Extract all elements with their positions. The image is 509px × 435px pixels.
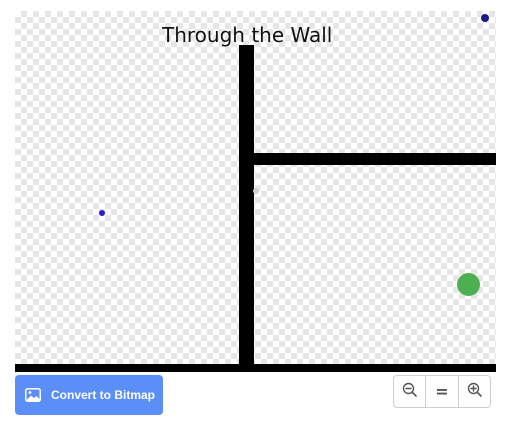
convert-to-bitmap-label: Convert to Bitmap — [51, 388, 156, 402]
zoom-reset-button[interactable]: = — [425, 376, 457, 407]
faint-dot — [253, 188, 259, 194]
zoom-in-icon — [467, 382, 482, 402]
image-icon — [25, 388, 41, 402]
convert-to-bitmap-button[interactable]: Convert to Bitmap — [15, 375, 163, 415]
blue-dot — [99, 210, 105, 216]
equals-icon: = — [435, 382, 449, 401]
zoom-in-button[interactable] — [457, 376, 490, 407]
stage-title: Through the Wall — [162, 23, 333, 47]
zoom-controls: = — [393, 375, 491, 408]
floor-wall — [15, 364, 496, 372]
green-ball[interactable] — [457, 273, 480, 296]
corner-dot — [481, 14, 489, 22]
zoom-out-button[interactable] — [394, 376, 425, 407]
stage-canvas[interactable]: Through the Wall — [15, 11, 496, 372]
vertical-wall — [239, 45, 254, 372]
zoom-out-icon — [402, 382, 417, 402]
horizontal-wall — [254, 153, 496, 165]
